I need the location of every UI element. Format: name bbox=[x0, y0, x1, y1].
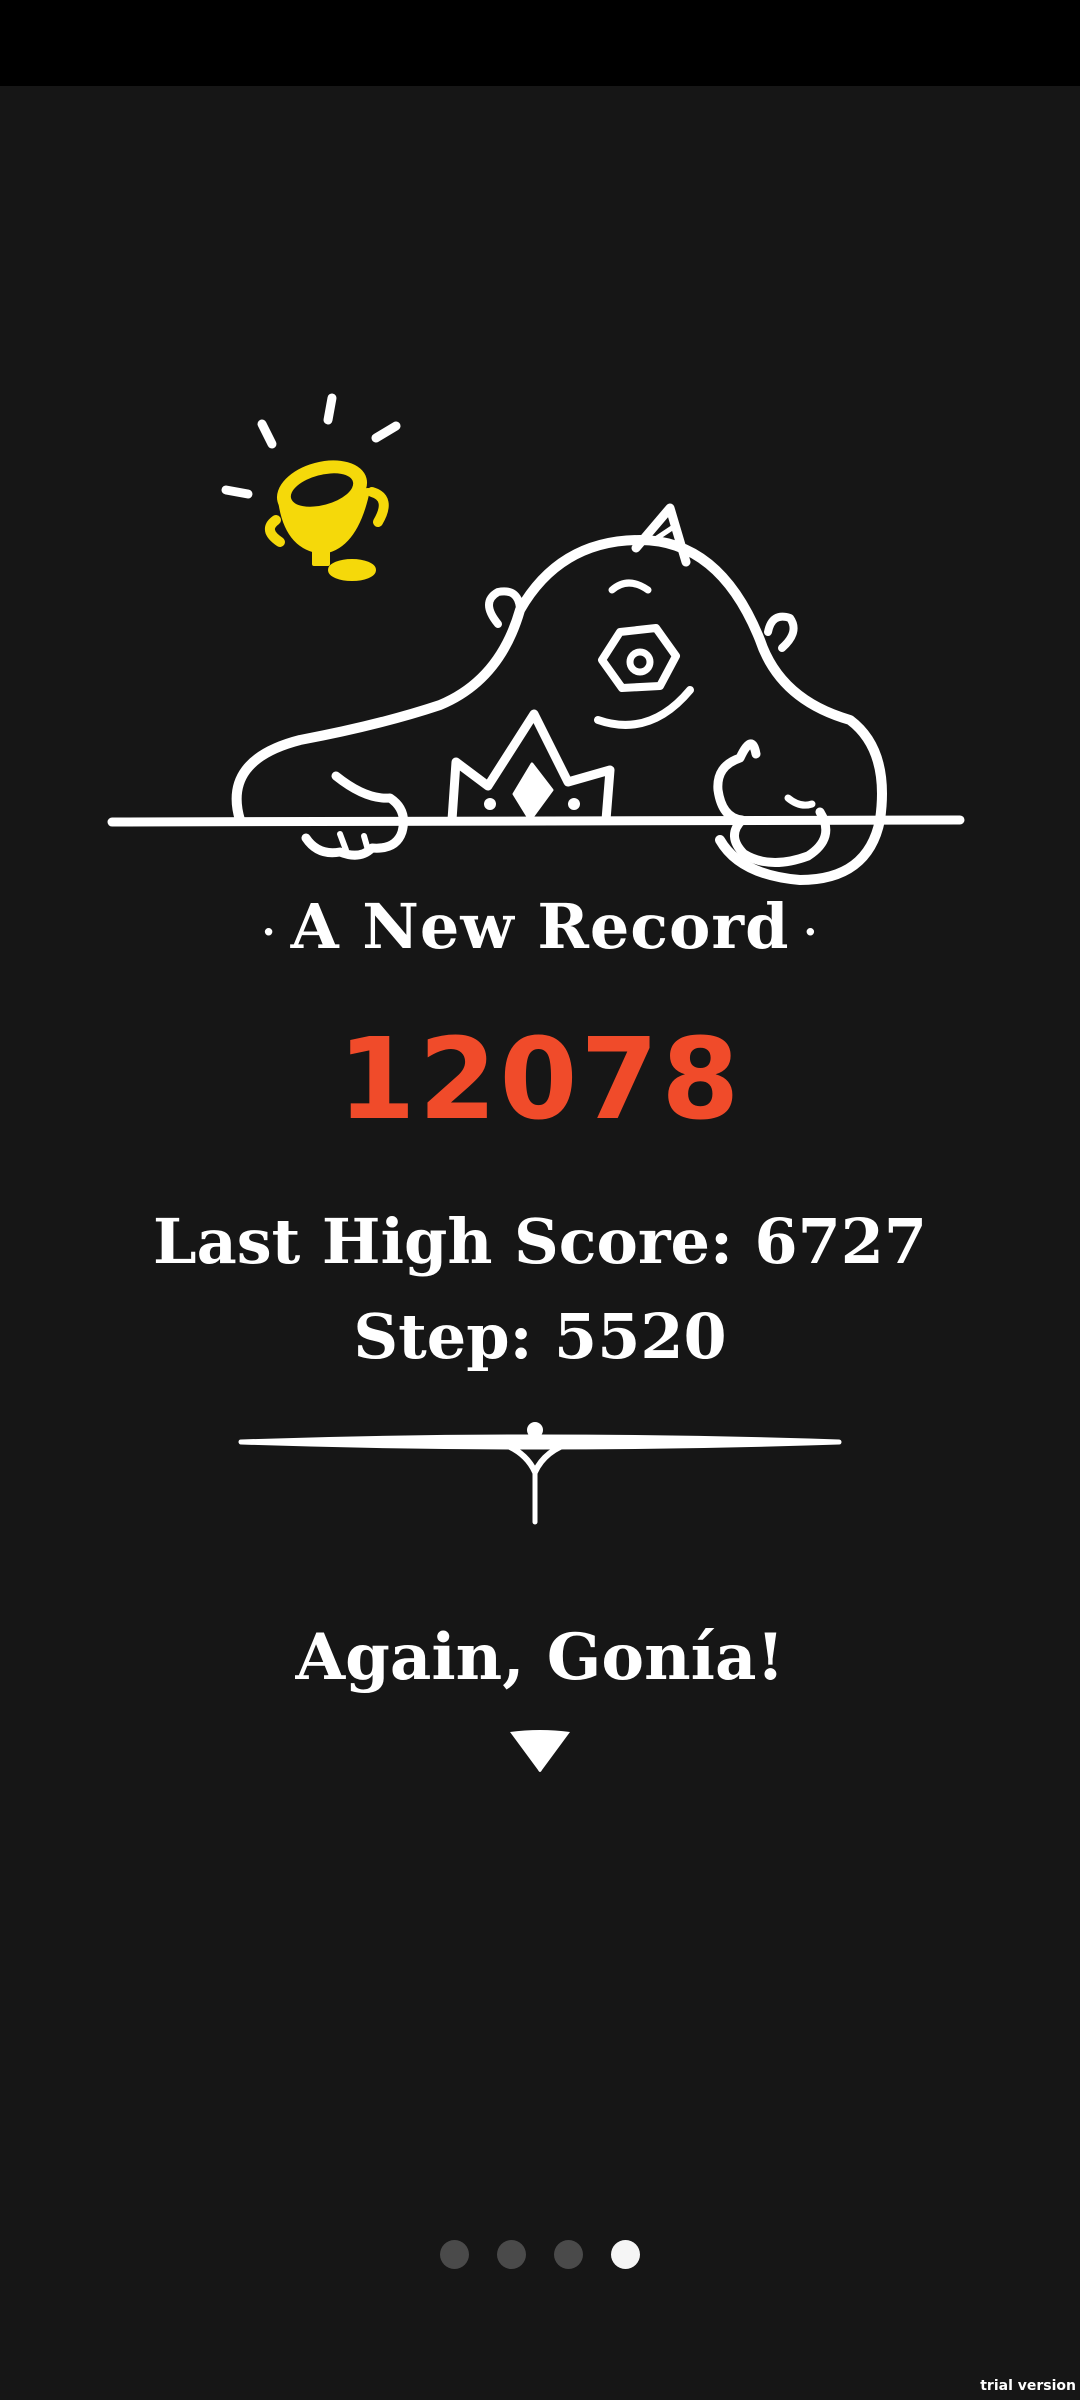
status-bar bbox=[0, 0, 1080, 86]
score-value: 12078 bbox=[337, 1015, 743, 1145]
again-button[interactable]: Again, Gonía! bbox=[0, 1620, 1080, 1695]
page-dot[interactable] bbox=[554, 2240, 583, 2269]
page-dot[interactable] bbox=[497, 2240, 526, 2269]
page-dot[interactable] bbox=[440, 2240, 469, 2269]
new-record-title: · A New Record · bbox=[0, 890, 1080, 963]
monster-eye bbox=[598, 624, 680, 692]
page-dot-active[interactable] bbox=[611, 2240, 640, 2269]
monster-with-trophy-illustration bbox=[107, 393, 965, 885]
title-dot-right: · bbox=[803, 908, 819, 956]
ornament-divider bbox=[238, 1422, 842, 1525]
monster-ear-right bbox=[764, 612, 798, 652]
trophy-icon bbox=[265, 460, 389, 581]
page-indicator bbox=[0, 2240, 1080, 2269]
trial-watermark: trial version bbox=[980, 2378, 1076, 2394]
step-count: Step: 5520 bbox=[353, 1300, 727, 1373]
title-dot-left: · bbox=[261, 908, 277, 956]
monster-left-paw bbox=[301, 771, 408, 860]
last-high-score: Last High Score: 6727 bbox=[152, 1205, 928, 1278]
new-record-label: A New Record bbox=[290, 890, 790, 963]
triangle-down-icon[interactable] bbox=[508, 1728, 572, 1774]
monster-smile bbox=[594, 686, 694, 729]
monster-body bbox=[231, 535, 887, 885]
